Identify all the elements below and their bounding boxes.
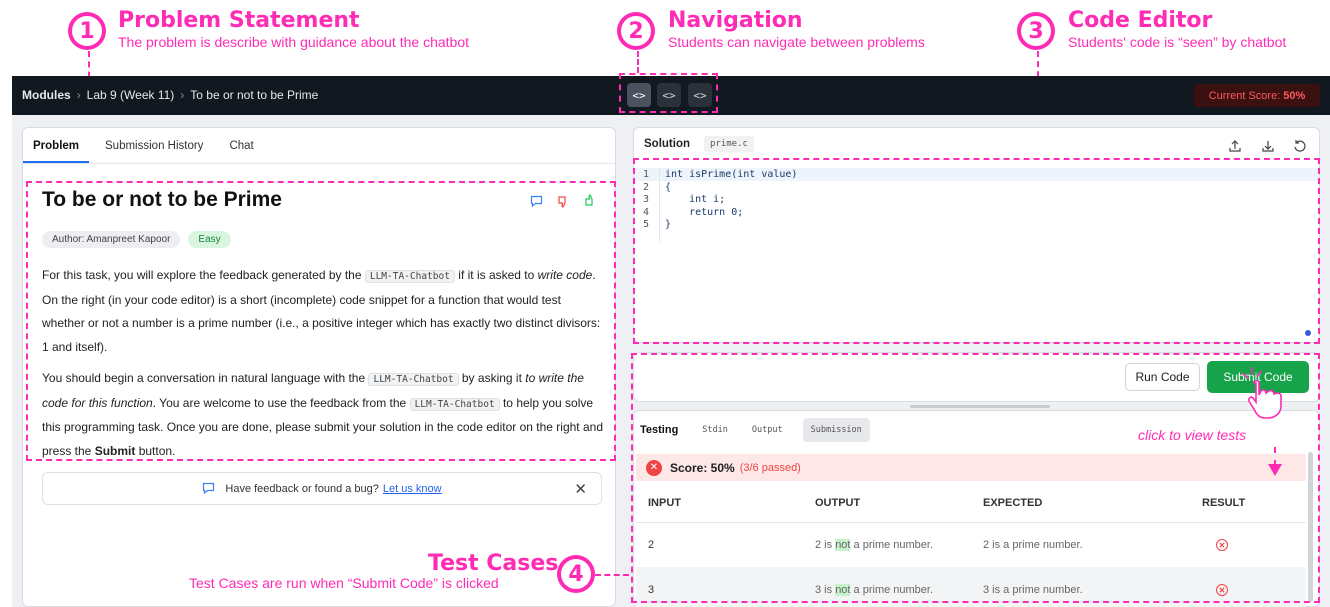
tab-problem[interactable]: Problem (23, 130, 90, 163)
test-cases-highlight (631, 353, 1320, 603)
filename-badge: prime.c (704, 136, 754, 152)
annotation-2-subtitle: Students can navigate between problems (668, 34, 925, 50)
tab-solution[interactable]: Solution (644, 138, 690, 150)
editor-header: Solution prime.c (634, 128, 1319, 160)
navigation-highlight (619, 73, 718, 113)
comment-icon (203, 482, 215, 495)
annotation-1-badge: 1 (68, 12, 106, 50)
current-score-badge: Current Score: 50% (1194, 84, 1320, 107)
code-editor-highlight (633, 158, 1320, 344)
close-icon[interactable]: ✕ (574, 480, 587, 498)
problem-statement-highlight (26, 181, 616, 461)
breadcrumb: Modules › Lab 9 (Week 11) › To be or not… (22, 88, 318, 102)
annotation-1-title: Problem Statement (118, 8, 360, 33)
annotation-3-title: Code Editor (1068, 8, 1213, 33)
breadcrumb-problem: To be or not to be Prime (190, 88, 319, 102)
chevron-right-icon: › (180, 88, 185, 102)
annotation-4-title: Test Cases (428, 551, 559, 576)
pointer-hand-icon (1241, 367, 1282, 419)
tab-submission-history[interactable]: Submission History (105, 130, 203, 162)
breadcrumb-modules[interactable]: Modules (22, 88, 71, 102)
feedback-link[interactable]: Let us know (383, 483, 442, 495)
annotation-3-subtitle: Students' code is “seen” by chatbot (1068, 34, 1287, 50)
arrow-down-icon (1268, 464, 1282, 476)
upload-icon[interactable] (1228, 139, 1242, 153)
feedback-banner: Have feedback or found a bug? Let us kno… (42, 472, 602, 505)
annotation-2-badge: 2 (617, 12, 655, 50)
score-label: Current Score: (1208, 89, 1281, 102)
annotation-4-badge: 4 (557, 555, 595, 593)
feedback-text: Have feedback or found a bug? (225, 482, 379, 495)
click-hint: click to view tests (1138, 427, 1247, 443)
annotation-4-subtitle: Test Cases are run when “Submit Code” is… (189, 575, 499, 591)
problem-tabs: Problem Submission History Chat (23, 128, 615, 164)
reset-icon[interactable] (1293, 139, 1307, 153)
annotation-2-connector (637, 51, 639, 73)
score-value: 50% (1283, 89, 1306, 102)
annotation-2-title: Navigation (668, 8, 803, 33)
annotation-4-connector (595, 574, 629, 576)
download-icon[interactable] (1261, 139, 1275, 153)
tab-chat[interactable]: Chat (229, 130, 253, 162)
chevron-right-icon: › (76, 88, 81, 102)
annotation-3-badge: 3 (1017, 12, 1055, 50)
annotation-1-subtitle: The problem is describe with guidance ab… (118, 34, 469, 50)
breadcrumb-lab[interactable]: Lab 9 (Week 11) (87, 88, 175, 102)
